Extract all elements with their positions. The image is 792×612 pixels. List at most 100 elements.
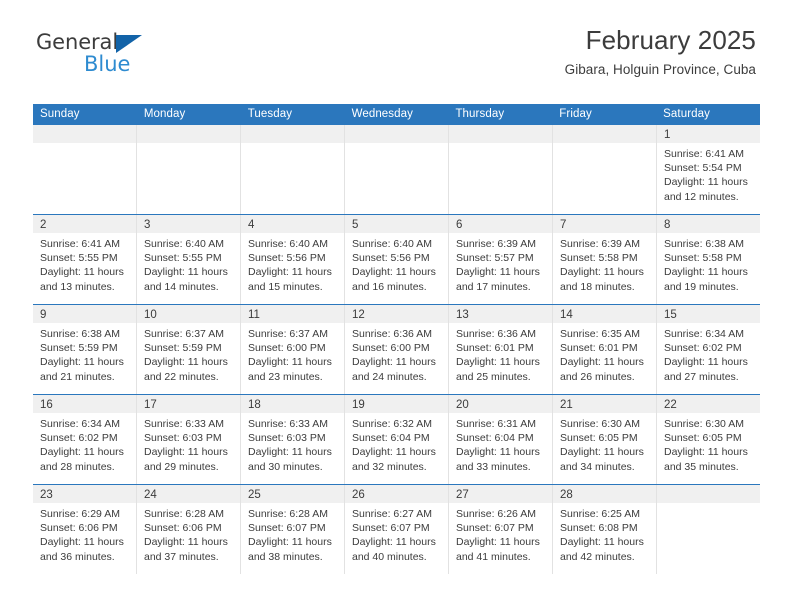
daylight-duration-line1: Daylight: 11 hours	[248, 266, 332, 279]
day-number-band: 2	[33, 215, 136, 233]
day-number-band: 11	[241, 305, 344, 323]
calendar-day-cell[interactable]: 28 Sunrise: 6:25 AM Sunset: 6:08 PM Dayligh…	[552, 485, 656, 574]
daylight-duration-line2: and 13 minutes.	[40, 280, 115, 293]
daylight-duration-line1: Daylight: 11 hours	[456, 536, 540, 549]
calendar-day-cell-empty	[552, 125, 656, 214]
calendar-day-cell[interactable]: 7 Sunrise: 6:39 AM Sunset: 5:58 PM Daylight…	[552, 215, 656, 304]
calendar-day-cell[interactable]: 20 Sunrise: 6:31 AM Sunset: 6:04 PM Dayligh…	[448, 395, 552, 484]
calendar-day-cell[interactable]: 18 Sunrise: 6:33 AM Sunset: 6:03 PM Dayligh…	[240, 395, 344, 484]
calendar-day-cell[interactable]: 22 Sunrise: 6:30 AM Sunset: 6:05 PM Dayligh…	[656, 395, 760, 484]
sunset-time: Sunset: 5:55 PM	[144, 252, 222, 265]
calendar-day-cell[interactable]: 24 Sunrise: 6:28 AM Sunset: 6:06 PM Dayligh…	[136, 485, 240, 574]
sunrise-time: Sunrise: 6:41 AM	[664, 148, 744, 160]
calendar-day-cell[interactable]: 12 Sunrise: 6:36 AM Sunset: 6:00 PM Dayligh…	[344, 305, 448, 394]
sunset-time: Sunset: 5:54 PM	[664, 162, 742, 175]
calendar-day-cell-empty	[656, 485, 760, 574]
weekday-header-tuesday: Tuesday	[247, 108, 293, 120]
calendar-day-cell[interactable]: 5 Sunrise: 6:40 AM Sunset: 5:56 PM Daylight…	[344, 215, 448, 304]
day-sun-info: Sunrise: 6:33 AM Sunset: 6:03 PM Daylight:…	[241, 413, 344, 474]
daylight-duration-line2: and 32 minutes.	[352, 460, 427, 473]
daylight-duration-line1: Daylight: 11 hours	[664, 176, 748, 189]
calendar-day-cell[interactable]: 14 Sunrise: 6:35 AM Sunset: 6:01 PM Dayligh…	[552, 305, 656, 394]
daylight-duration-line1: Daylight: 11 hours	[560, 356, 644, 369]
calendar-day-cell[interactable]: 23 Sunrise: 6:29 AM Sunset: 6:06 PM Dayligh…	[33, 485, 136, 574]
calendar-day-cell[interactable]: 17 Sunrise: 6:33 AM Sunset: 6:03 PM Dayligh…	[136, 395, 240, 484]
daylight-duration-line1: Daylight: 11 hours	[40, 356, 124, 369]
day-number: 17	[144, 399, 157, 411]
general-blue-logo[interactable]: General Blue	[36, 32, 216, 80]
day-number: 12	[352, 309, 365, 321]
calendar-day-cell[interactable]: 15 Sunrise: 6:34 AM Sunset: 6:02 PM Dayligh…	[656, 305, 760, 394]
sunrise-time: Sunrise: 6:29 AM	[40, 508, 120, 520]
calendar-day-cell[interactable]: 25 Sunrise: 6:28 AM Sunset: 6:07 PM Dayligh…	[240, 485, 344, 574]
sunset-time: Sunset: 6:04 PM	[456, 432, 534, 445]
daylight-duration-line2: and 26 minutes.	[560, 370, 635, 383]
sunset-time: Sunset: 6:01 PM	[456, 342, 534, 355]
calendar-week-row: 9 Sunrise: 6:38 AM Sunset: 5:59 PM Daylight…	[33, 304, 760, 394]
calendar-day-cell[interactable]: 27 Sunrise: 6:26 AM Sunset: 6:07 PM Dayligh…	[448, 485, 552, 574]
day-number-band	[345, 125, 448, 143]
sunrise-time: Sunrise: 6:36 AM	[352, 328, 432, 340]
calendar-day-cell[interactable]: 3 Sunrise: 6:40 AM Sunset: 5:55 PM Daylight…	[136, 215, 240, 304]
daylight-duration-line2: and 16 minutes.	[352, 280, 427, 293]
logo-triangle-icon	[116, 35, 142, 53]
calendar-day-cell[interactable]: 11 Sunrise: 6:37 AM Sunset: 6:00 PM Dayligh…	[240, 305, 344, 394]
weekday-header-row: Sunday Monday Tuesday Wednesday Thursday Frid…	[33, 104, 760, 125]
calendar-day-cell[interactable]: 4 Sunrise: 6:40 AM Sunset: 5:56 PM Daylight…	[240, 215, 344, 304]
page-title: February 2025	[585, 25, 756, 55]
day-number-band: 15	[657, 305, 760, 323]
day-number: 8	[664, 219, 671, 231]
calendar-day-cell[interactable]: 6 Sunrise: 6:39 AM Sunset: 5:57 PM Daylight…	[448, 215, 552, 304]
sunset-time: Sunset: 5:55 PM	[40, 252, 118, 265]
daylight-duration-line2: and 36 minutes.	[40, 550, 115, 563]
sunset-time: Sunset: 5:56 PM	[248, 252, 326, 265]
day-sun-info: Sunrise: 6:37 AM Sunset: 5:59 PM Daylight:…	[137, 323, 240, 384]
daylight-duration-line1: Daylight: 11 hours	[664, 356, 748, 369]
calendar-day-cell[interactable]: 13 Sunrise: 6:36 AM Sunset: 6:01 PM Dayligh…	[448, 305, 552, 394]
day-number: 18	[248, 399, 261, 411]
calendar-day-cell[interactable]: 8 Sunrise: 6:38 AM Sunset: 5:58 PM Daylight…	[656, 215, 760, 304]
day-number: 23	[40, 489, 53, 501]
sunset-time: Sunset: 6:08 PM	[560, 522, 638, 535]
daylight-duration-line1: Daylight: 11 hours	[144, 446, 228, 459]
calendar-day-cell[interactable]: 9 Sunrise: 6:38 AM Sunset: 5:59 PM Daylight…	[33, 305, 136, 394]
page-header: General Blue February 2025 Gibara, Holgu…	[0, 0, 792, 77]
calendar-day-cell[interactable]: 21 Sunrise: 6:30 AM Sunset: 6:05 PM Dayligh…	[552, 395, 656, 484]
day-sun-info: Sunrise: 6:37 AM Sunset: 6:00 PM Daylight:…	[241, 323, 344, 384]
day-number-band	[657, 485, 760, 503]
calendar-day-cell-empty	[33, 125, 136, 214]
day-number: 16	[40, 399, 53, 411]
calendar-day-cell[interactable]: 26 Sunrise: 6:27 AM Sunset: 6:07 PM Dayligh…	[344, 485, 448, 574]
daylight-duration-line1: Daylight: 11 hours	[352, 266, 436, 279]
calendar-day-cell-empty	[136, 125, 240, 214]
day-sun-info: Sunrise: 6:39 AM Sunset: 5:58 PM Daylight:…	[553, 233, 656, 294]
day-number: 22	[664, 399, 677, 411]
daylight-duration-line2: and 14 minutes.	[144, 280, 219, 293]
day-sun-info: Sunrise: 6:40 AM Sunset: 5:55 PM Daylight:…	[137, 233, 240, 294]
calendar-day-cell[interactable]: 2 Sunrise: 6:41 AM Sunset: 5:55 PM Daylight…	[33, 215, 136, 304]
calendar-day-cell[interactable]: 16 Sunrise: 6:34 AM Sunset: 6:02 PM Dayligh…	[33, 395, 136, 484]
day-number-band: 12	[345, 305, 448, 323]
day-number-band: 3	[137, 215, 240, 233]
day-number: 6	[456, 219, 463, 231]
day-number-band: 4	[241, 215, 344, 233]
day-number: 28	[560, 489, 573, 501]
daylight-duration-line2: and 12 minutes.	[664, 190, 739, 203]
day-number: 14	[560, 309, 573, 321]
day-number: 13	[456, 309, 469, 321]
day-sun-info: Sunrise: 6:27 AM Sunset: 6:07 PM Daylight:…	[345, 503, 448, 564]
sunrise-time: Sunrise: 6:28 AM	[144, 508, 224, 520]
day-number-band: 24	[137, 485, 240, 503]
sunset-time: Sunset: 6:00 PM	[352, 342, 430, 355]
sunset-time: Sunset: 6:07 PM	[456, 522, 534, 535]
daylight-duration-line1: Daylight: 11 hours	[144, 356, 228, 369]
sunrise-time: Sunrise: 6:26 AM	[456, 508, 536, 520]
calendar-day-cell[interactable]: 10 Sunrise: 6:37 AM Sunset: 5:59 PM Dayligh…	[136, 305, 240, 394]
calendar-day-cell[interactable]: 1 Sunrise: 6:41 AM Sunset: 5:54 PM Daylight…	[656, 125, 760, 214]
day-sun-info: Sunrise: 6:25 AM Sunset: 6:08 PM Daylight:…	[553, 503, 656, 564]
sunset-time: Sunset: 6:07 PM	[248, 522, 326, 535]
sunrise-time: Sunrise: 6:28 AM	[248, 508, 328, 520]
calendar-day-cell[interactable]: 19 Sunrise: 6:32 AM Sunset: 6:04 PM Dayligh…	[344, 395, 448, 484]
daylight-duration-line1: Daylight: 11 hours	[456, 446, 540, 459]
calendar-weeks: 1 Sunrise: 6:41 AM Sunset: 5:54 PM Daylight…	[33, 125, 760, 574]
